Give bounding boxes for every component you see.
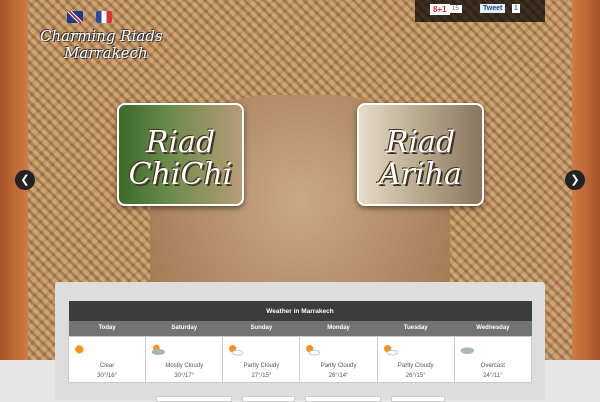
- gplus-count: 15: [449, 5, 462, 13]
- tweet-button[interactable]: Tweet: [480, 4, 506, 13]
- temperature: 30°/16°: [97, 372, 117, 379]
- footer-button[interactable]: [305, 396, 381, 402]
- temperature: 30°/17°: [174, 372, 195, 379]
- temperature: 26°/14°: [328, 372, 349, 379]
- condition: Partly Cloudy: [243, 362, 280, 369]
- sun-icon: [75, 344, 84, 354]
- condition: Mostly Cloudy: [165, 362, 204, 369]
- condition: Partly Cloudy: [320, 362, 357, 369]
- weather-title: Weather in Marrakech: [68, 301, 532, 321]
- panel-title: Riad Ariha: [379, 125, 462, 192]
- riad-ariha-panel[interactable]: Riad Ariha: [357, 103, 484, 206]
- site-logo[interactable]: Charming Riads Marrakech: [40, 28, 163, 62]
- uk-flag-icon[interactable]: [67, 11, 83, 23]
- temperature: 26°/15°: [405, 372, 426, 379]
- day-header: Tuesday: [377, 321, 455, 336]
- partly-cloudy-icon: [383, 344, 398, 355]
- weather-table: Weather in Marrakech Today Saturday Sunday…: [67, 301, 533, 383]
- forecast-cell: Overcast 24°/11°: [453, 335, 533, 383]
- day-header: Today: [68, 321, 146, 336]
- gplus-button[interactable]: 8+1: [430, 4, 450, 15]
- panel-title: Riad ChiChi: [128, 125, 233, 192]
- day-header: Saturday: [145, 321, 223, 336]
- footer-button[interactable]: [391, 396, 445, 402]
- day-header: Wednesday: [454, 321, 532, 336]
- condition: Overcast: [480, 362, 505, 369]
- partly-cloudy-icon: [306, 344, 321, 355]
- day-header: Sunday: [222, 321, 300, 336]
- condition: Clear: [99, 362, 115, 369]
- forecast-cell: Partly Cloudy 26°/15°: [376, 335, 455, 383]
- partly-cloudy-icon: [229, 344, 244, 355]
- riad-chichi-panel[interactable]: Riad ChiChi: [117, 103, 244, 206]
- mostly-cloudy-icon: [151, 344, 166, 355]
- temperature: 24°/11°: [483, 372, 503, 379]
- prev-arrow[interactable]: ❮: [15, 170, 35, 190]
- tweet-count: 1: [512, 4, 520, 13]
- forecast-cell: Partly Cloudy 27°/15°: [222, 335, 301, 383]
- temperature: 27°/15°: [251, 372, 272, 379]
- overcast-icon: [460, 346, 474, 354]
- forecast-cell: Mostly Cloudy 30°/17°: [145, 335, 224, 383]
- footer-button[interactable]: [242, 396, 295, 402]
- forecast-cell: Clear 30°/16°: [67, 335, 147, 383]
- condition: Partly Cloudy: [397, 362, 434, 369]
- forecast-cell: Partly Cloudy 26°/14°: [299, 335, 378, 383]
- footer-button[interactable]: [156, 396, 232, 402]
- french-flag-icon[interactable]: [96, 11, 112, 23]
- next-arrow[interactable]: ❯: [565, 170, 585, 190]
- day-header: Monday: [299, 321, 378, 336]
